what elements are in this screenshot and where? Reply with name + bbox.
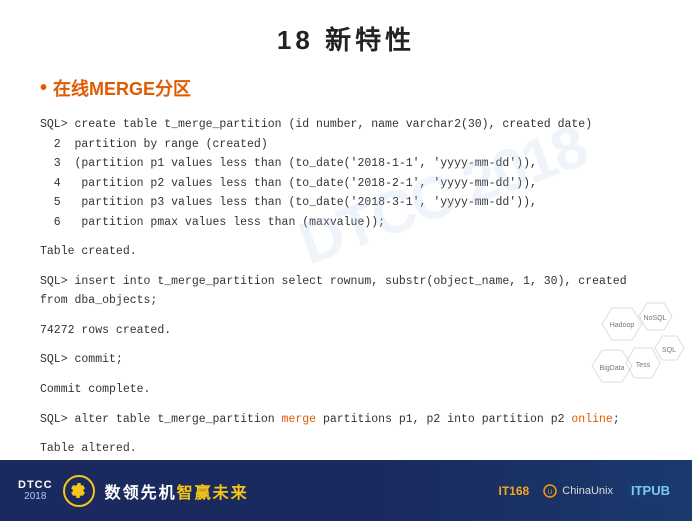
code-line-4: 4 partition p2 values less than (to_date…: [40, 177, 537, 190]
code-alter: SQL> alter table t_merge_partition merge…: [40, 410, 652, 430]
bullet-icon: •: [40, 77, 47, 100]
code-commit-line: SQL> commit;: [40, 353, 123, 366]
keyword-online: online: [571, 413, 612, 426]
footer: DTCC 2018 数领先机智赢未来 IT168 U ChinaUnix ITP…: [0, 460, 692, 521]
footer-logos: IT168 U ChinaUnix ITPUB: [499, 482, 675, 499]
code-line-3: 3 (partition p1 values less than (to_dat…: [40, 157, 537, 170]
code-line-1: SQL> create table t_merge_partition (id …: [40, 118, 592, 131]
slogan-highlight: 智赢未来: [177, 485, 249, 502]
dtcc-year: 2018: [24, 491, 46, 502]
status-commit-complete: Commit complete.: [40, 380, 652, 400]
code-line-6: 6 partition pmax values less than (maxva…: [40, 216, 385, 229]
main-content: 18 新特性 • 在线MERGE分区 SQL> create table t_m…: [0, 0, 692, 460]
section-heading: • 在线MERGE分区: [40, 75, 652, 101]
slogan-part1: 数领先机: [105, 485, 177, 502]
footer-left: DTCC 2018 数领先机智赢未来: [18, 475, 249, 507]
page-title: 18 新特性: [40, 20, 652, 57]
svg-text:U: U: [548, 490, 552, 496]
gear-icon: [63, 475, 95, 507]
status-table-created: Table created.: [40, 242, 652, 262]
code-insert: SQL> insert into t_merge_partition selec…: [40, 272, 652, 311]
logo-chinaunix-text: ChinaUnix: [562, 484, 613, 496]
status-table-altered: Table altered.: [40, 439, 652, 459]
footer-slogan: 数领先机智赢未来: [105, 479, 249, 503]
section-heading-text: 在线MERGE分区: [53, 75, 191, 101]
dtcc-label: DTCC: [18, 479, 53, 491]
code-line-2: 2 partition by range (created): [40, 138, 268, 151]
code-alter-line: SQL> alter table t_merge_partition merge…: [40, 413, 620, 426]
code-commit: SQL> commit;: [40, 350, 652, 370]
logo-itpub: ITPUB: [627, 482, 674, 499]
code-insert-line: SQL> insert into t_merge_partition selec…: [40, 275, 627, 308]
dtcc-badge: DTCC 2018: [18, 479, 53, 502]
code-line-5: 5 partition p3 values less than (to_date…: [40, 196, 537, 209]
svg-text:SQL: SQL: [662, 347, 676, 354]
status-rows-created: 74272 rows created.: [40, 321, 652, 341]
logo-chinaunix: U ChinaUnix: [543, 484, 613, 498]
code-create-table: SQL> create table t_merge_partition (id …: [40, 115, 652, 232]
logo-it168: IT168: [499, 484, 530, 498]
keyword-merge: merge: [282, 413, 317, 426]
